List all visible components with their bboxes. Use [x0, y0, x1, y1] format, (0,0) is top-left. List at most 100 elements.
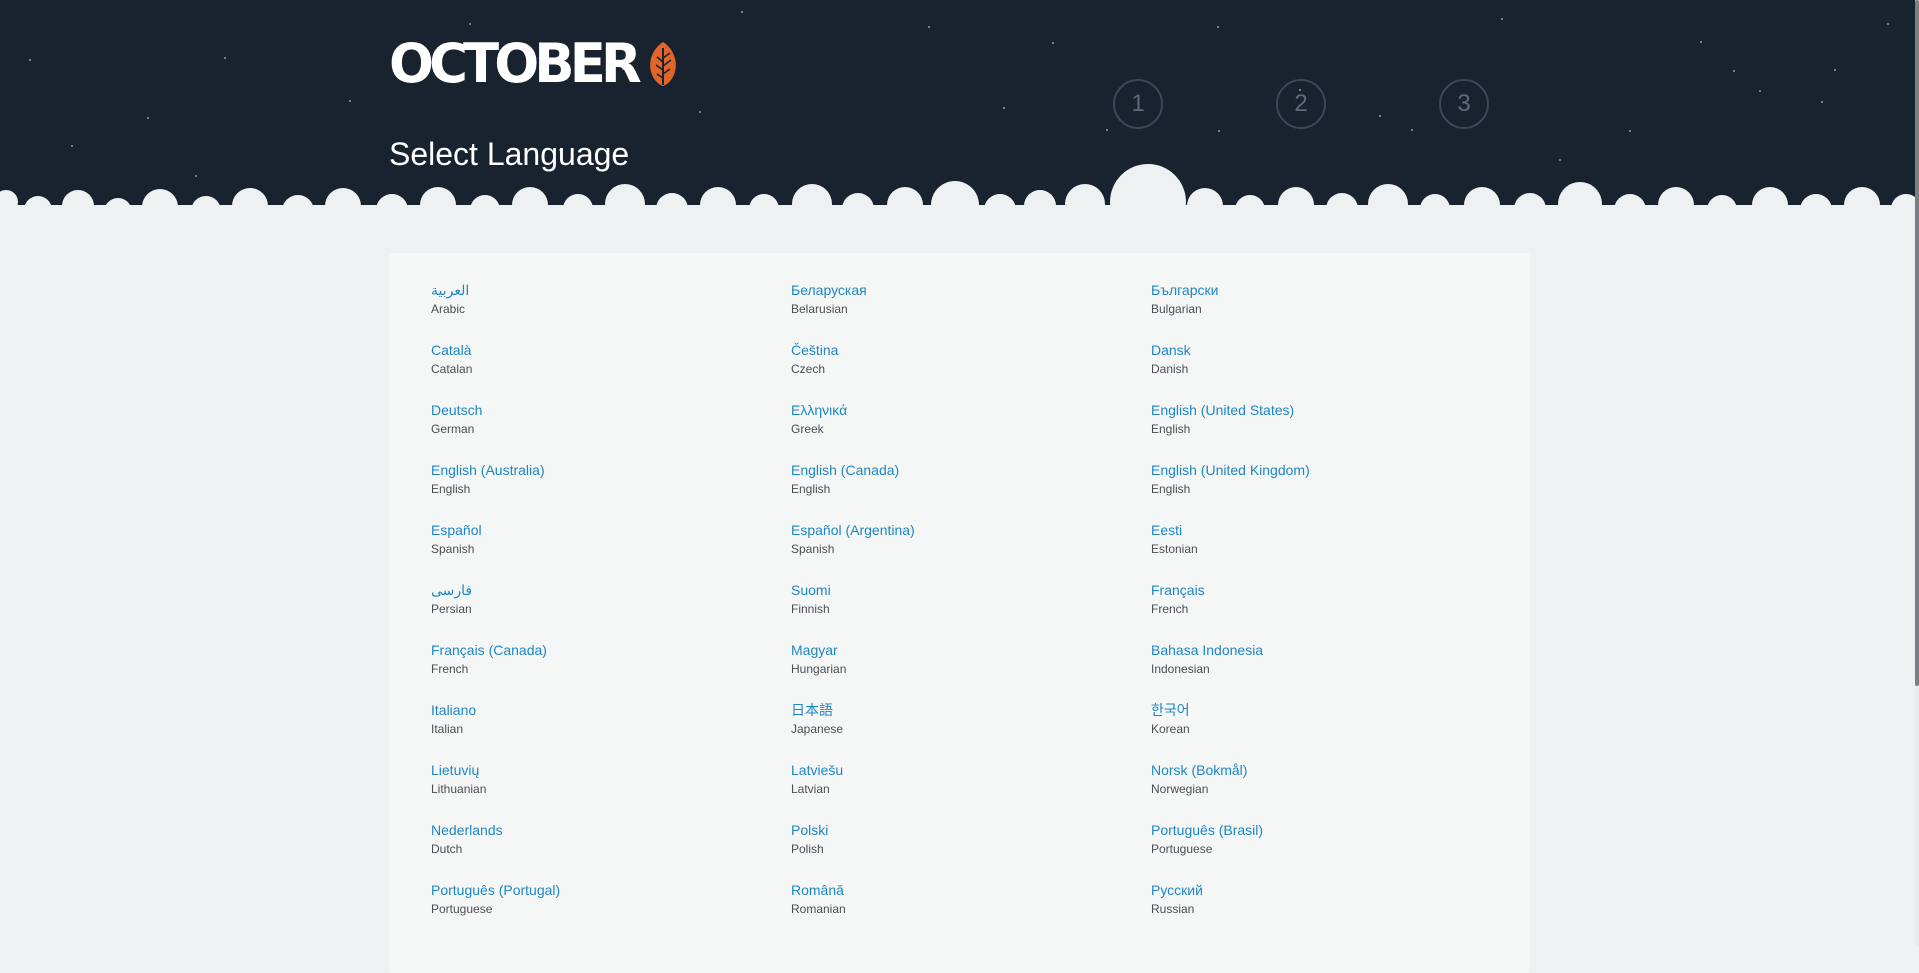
language-option[interactable]: Български Bulgarian [1151, 280, 1511, 340]
language-native-name[interactable]: Čeština [791, 340, 1151, 360]
step-1-indicator: 1 [1113, 79, 1163, 129]
language-english-name: Dutch [431, 842, 463, 856]
language-option[interactable]: English (United Kingdom) English [1151, 460, 1511, 520]
language-native-name[interactable]: Français (Canada) [431, 640, 791, 660]
language-native-name[interactable]: Русский [1151, 880, 1511, 900]
language-native-name[interactable]: Lietuvių [431, 760, 791, 780]
language-english-name: Romanian [791, 902, 846, 916]
language-native-name[interactable]: Norsk (Bokmål) [1151, 760, 1511, 780]
language-english-name: Greek [791, 422, 824, 436]
language-native-name[interactable]: English (Australia) [431, 460, 791, 480]
language-option[interactable]: English (United States) English [1151, 400, 1511, 460]
language-option[interactable]: Русский Russian [1151, 880, 1511, 940]
language-option[interactable]: Français (Canada) French [431, 640, 791, 700]
language-option[interactable]: 한국어 Korean [1151, 700, 1511, 760]
language-english-name: English [1151, 482, 1191, 496]
language-native-name[interactable]: English (Canada) [791, 460, 1151, 480]
language-option[interactable]: 日本語 Japanese [791, 700, 1151, 760]
language-option[interactable]: Română Romanian [791, 880, 1151, 940]
language-option[interactable]: Português (Portugal) Portuguese [431, 880, 791, 940]
language-native-name[interactable]: Português (Portugal) [431, 880, 791, 900]
language-english-name: Norwegian [1151, 782, 1209, 796]
language-english-name: Lithuanian [431, 782, 487, 796]
language-native-name[interactable]: Беларуская [791, 280, 1151, 300]
language-native-name[interactable]: Español (Argentina) [791, 520, 1151, 540]
language-option[interactable]: Latviešu Latvian [791, 760, 1151, 820]
language-option[interactable]: Français French [1151, 580, 1511, 640]
language-native-name[interactable]: 日本語 [791, 700, 1151, 720]
language-english-name: Portuguese [1151, 842, 1213, 856]
language-native-name[interactable]: Magyar [791, 640, 1151, 660]
header: OCTOBER Select Language 1 2 3 [0, 0, 1919, 215]
language-native-name[interactable]: Português (Brasil) [1151, 820, 1511, 840]
language-option[interactable]: Lietuvių Lithuanian [431, 760, 791, 820]
page-title: Select Language [389, 136, 630, 172]
language-native-name[interactable]: Català [431, 340, 791, 360]
language-option[interactable]: English (Australia) English [431, 460, 791, 520]
language-option[interactable]: العربية Arabic [431, 280, 791, 340]
language-english-name: Bulgarian [1151, 302, 1202, 316]
language-option[interactable]: Español (Argentina) Spanish [791, 520, 1151, 580]
language-option[interactable]: Suomi Finnish [791, 580, 1151, 640]
language-option[interactable]: Italiano Italian [431, 700, 791, 760]
language-option[interactable]: Čeština Czech [791, 340, 1151, 400]
language-option[interactable]: Magyar Hungarian [791, 640, 1151, 700]
language-english-name: Japanese [791, 722, 844, 736]
page-scrollbar[interactable] [1915, 0, 1919, 946]
language-option[interactable]: Bahasa Indonesia Indonesian [1151, 640, 1511, 700]
language-native-name[interactable]: Български [1151, 280, 1511, 300]
language-english-name: Belarusian [791, 302, 848, 316]
language-option[interactable]: Español Spanish [431, 520, 791, 580]
language-native-name[interactable]: العربية [431, 280, 791, 300]
logo-text: OCTOBER [389, 32, 642, 95]
language-native-name[interactable]: Română [791, 880, 1151, 900]
scrollbar-thumb[interactable] [1915, 0, 1919, 686]
language-english-name: Hungarian [791, 662, 847, 676]
language-native-name[interactable]: Latviešu [791, 760, 1151, 780]
language-native-name[interactable]: Deutsch [431, 400, 791, 420]
language-english-name: Persian [431, 602, 472, 616]
language-native-name[interactable]: Dansk [1151, 340, 1511, 360]
language-english-name: Finnish [791, 602, 830, 616]
language-option[interactable]: Беларуская Belarusian [791, 280, 1151, 340]
language-english-name: Latvian [791, 782, 830, 796]
language-option[interactable]: فارسی Persian [431, 580, 791, 640]
language-option[interactable]: Eesti Estonian [1151, 520, 1511, 580]
progress-steps: 1 2 3 [1113, 79, 1490, 129]
language-english-name: Indonesian [1151, 662, 1210, 676]
language-native-name[interactable]: 한국어 [1151, 700, 1511, 720]
language-option[interactable]: English (Canada) English [791, 460, 1151, 520]
language-option[interactable]: Ελληνικά Greek [791, 400, 1151, 460]
language-option[interactable]: Polski Polish [791, 820, 1151, 880]
language-english-name: Estonian [1151, 542, 1198, 556]
language-english-name: German [431, 422, 475, 436]
language-native-name[interactable]: English (United States) [1151, 400, 1511, 420]
language-native-name[interactable]: Eesti [1151, 520, 1511, 540]
language-native-name[interactable]: Nederlands [431, 820, 791, 840]
language-native-name[interactable]: Polski [791, 820, 1151, 840]
language-english-name: Polish [791, 842, 824, 856]
language-english-name: Korean [1151, 722, 1190, 736]
language-panel: العربية Arabic Беларуская Belarusian Българс… [389, 253, 1530, 973]
step-3-indicator: 3 [1439, 79, 1489, 129]
language-native-name[interactable]: فارسی [431, 580, 791, 600]
language-option[interactable]: Nederlands Dutch [431, 820, 791, 880]
leaf-icon [650, 42, 676, 86]
language-option[interactable]: Dansk Danish [1151, 340, 1511, 400]
language-native-name[interactable]: Español [431, 520, 791, 540]
language-option[interactable]: Norsk (Bokmål) Norwegian [1151, 760, 1511, 820]
language-native-name[interactable]: Ελληνικά [791, 400, 1151, 420]
language-option[interactable]: Português (Brasil) Portuguese [1151, 820, 1511, 880]
language-option[interactable]: Deutsch German [431, 400, 791, 460]
language-english-name: Russian [1151, 902, 1195, 916]
language-native-name[interactable]: Français [1151, 580, 1511, 600]
language-list: العربية Arabic Беларуская Belarusian Българс… [431, 280, 1511, 940]
language-native-name[interactable]: Suomi [791, 580, 1151, 600]
language-english-name: English [431, 482, 471, 496]
language-native-name[interactable]: Italiano [431, 700, 791, 720]
language-option[interactable]: Català Catalan [431, 340, 791, 400]
language-native-name[interactable]: Bahasa Indonesia [1151, 640, 1511, 660]
language-english-name: French [431, 662, 469, 676]
language-english-name: English [791, 482, 831, 496]
language-native-name[interactable]: English (United Kingdom) [1151, 460, 1511, 480]
